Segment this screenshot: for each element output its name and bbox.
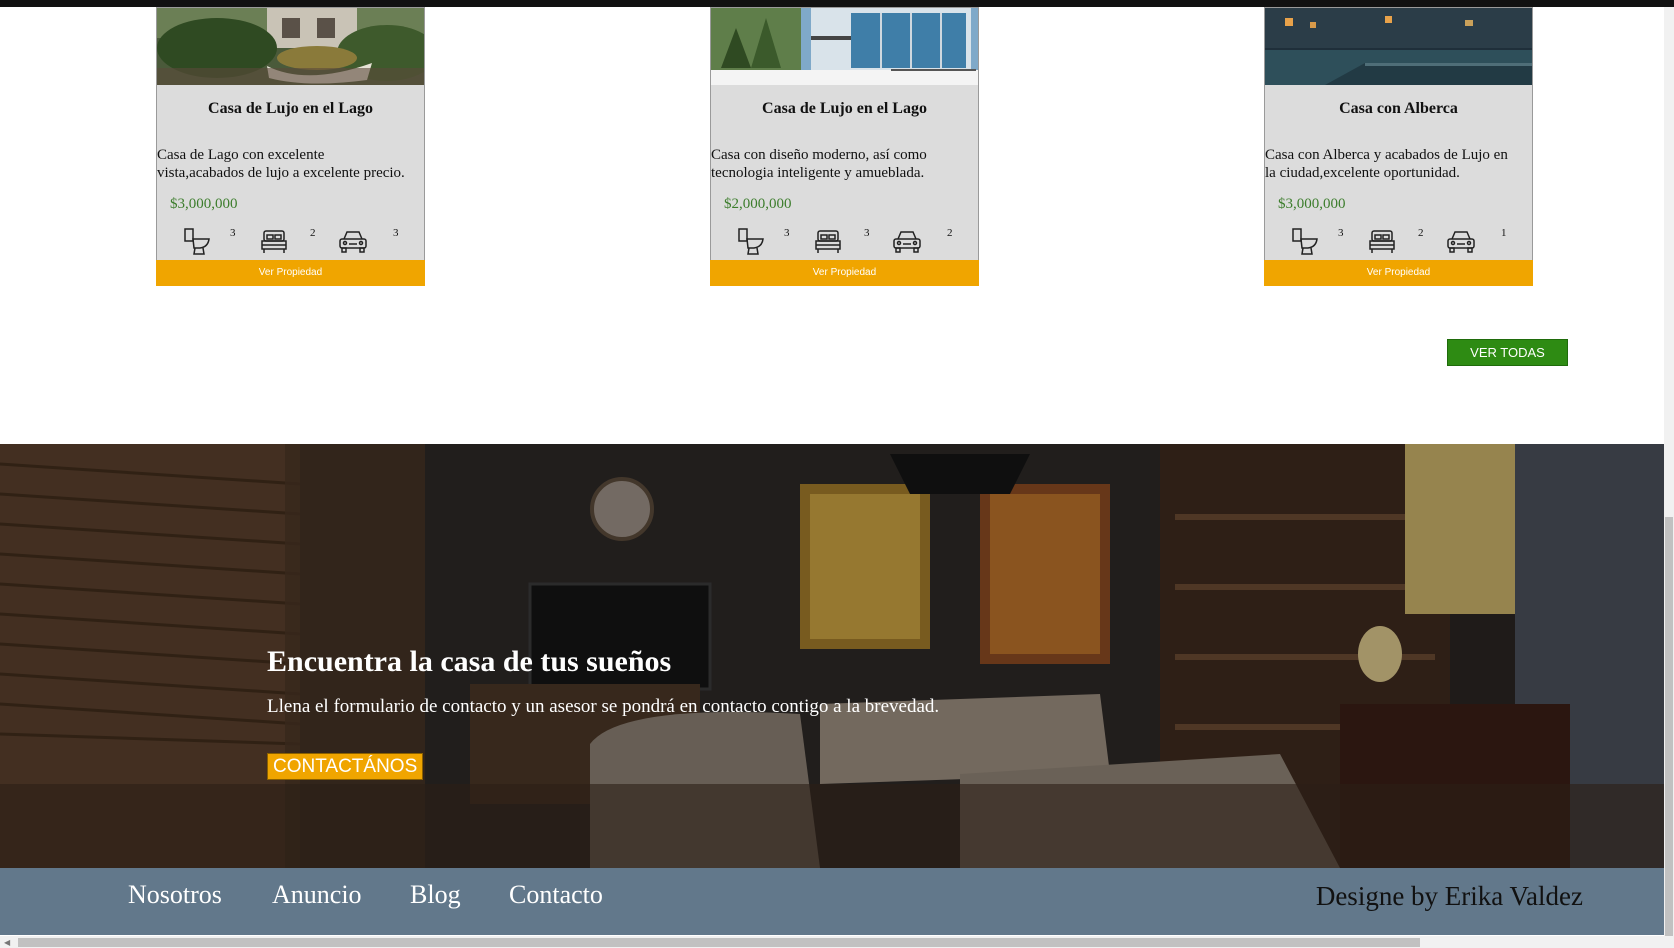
horizontal-scrollbar-thumb[interactable] bbox=[18, 938, 1420, 947]
bed-icon bbox=[259, 227, 289, 255]
bathroom-count: 3 bbox=[1338, 227, 1344, 239]
property-description: Casa con diseño moderno, así como tecnol… bbox=[711, 146, 978, 182]
description-line: tecnologia inteligente y amueblada. bbox=[711, 165, 925, 181]
toilet-icon bbox=[1290, 227, 1320, 255]
view-property-button[interactable]: Ver Propiedad bbox=[1264, 260, 1533, 286]
vertical-scrollbar-thumb[interactable] bbox=[1665, 517, 1673, 937]
car-icon bbox=[1446, 227, 1476, 255]
property-title: Casa con Alberca bbox=[1339, 100, 1458, 117]
property-title: Casa de Lujo en el Lago bbox=[208, 100, 373, 117]
property-price: $3,000,000 bbox=[1278, 196, 1346, 212]
hero-subtitle: Llena el formulario de contacto y un ase… bbox=[267, 696, 940, 717]
scroll-left-icon[interactable]: ◀ bbox=[4, 938, 10, 947]
car-icon bbox=[892, 227, 922, 255]
site-footer: Nosotros Anuncio Blog Contacto Designe b… bbox=[0, 868, 1664, 935]
property-card: Casa de Lujo en el Lago Casa de Lago con… bbox=[156, 7, 425, 286]
view-property-button[interactable]: Ver Propiedad bbox=[710, 260, 979, 286]
see-all-button[interactable]: VER TODAS bbox=[1447, 339, 1568, 366]
property-photo bbox=[1265, 8, 1532, 85]
footer-link-anuncio[interactable]: Anuncio bbox=[272, 880, 362, 910]
footer-credit: Designe by Erika Valdez bbox=[1315, 881, 1583, 911]
contact-button[interactable]: CONTACTÁNOS bbox=[267, 753, 424, 780]
bed-icon bbox=[813, 227, 843, 255]
property-price: $3,000,000 bbox=[170, 196, 238, 212]
toilet-icon bbox=[182, 227, 212, 255]
toilet-icon bbox=[736, 227, 766, 255]
living-room-background bbox=[0, 444, 1664, 868]
property-title: Casa de Lujo en el Lago bbox=[762, 100, 927, 117]
bedroom-count: 2 bbox=[1418, 227, 1424, 239]
hero-title: Encuentra la casa de tus sueños bbox=[267, 645, 672, 678]
description-line: vista,acabados de lujo a excelente preci… bbox=[157, 165, 405, 181]
parking-count: 1 bbox=[1501, 227, 1507, 239]
bathroom-count: 3 bbox=[230, 227, 236, 239]
contact-hero: Encuentra la casa de tus sueños Llena el… bbox=[0, 444, 1664, 868]
bedroom-count: 3 bbox=[864, 227, 870, 239]
description-line: Casa con diseño moderno, así como bbox=[711, 147, 927, 163]
bed-icon bbox=[1367, 227, 1397, 255]
browser-top-edge bbox=[0, 0, 1674, 7]
horizontal-scrollbar[interactable]: ◀ bbox=[0, 936, 1674, 948]
bedroom-count: 2 bbox=[310, 227, 316, 239]
property-card: Casa con Alberca Casa con Alberca y acab… bbox=[1264, 7, 1533, 286]
property-description: Casa de Lago con excelente vista,acabado… bbox=[157, 146, 424, 182]
description-line: Casa con Alberca y acabados de Lujo en bbox=[1265, 147, 1508, 163]
vertical-scrollbar[interactable] bbox=[1664, 7, 1674, 937]
bathroom-count: 3 bbox=[784, 227, 790, 239]
footer-link-contacto[interactable]: Contacto bbox=[509, 880, 603, 910]
description-line: la ciudad,excelente oportunidad. bbox=[1265, 165, 1460, 181]
property-price: $2,000,000 bbox=[724, 196, 792, 212]
property-description: Casa con Alberca y acabados de Lujo en l… bbox=[1265, 146, 1532, 182]
property-photo bbox=[157, 8, 424, 85]
car-icon bbox=[338, 227, 368, 255]
footer-link-blog[interactable]: Blog bbox=[410, 880, 461, 910]
description-line: Casa de Lago con excelente bbox=[157, 147, 325, 163]
property-card: Casa de Lujo en el Lago Casa con diseño … bbox=[710, 7, 979, 286]
parking-count: 3 bbox=[393, 227, 399, 239]
view-property-button[interactable]: Ver Propiedad bbox=[156, 260, 425, 286]
property-photo bbox=[711, 8, 978, 85]
parking-count: 2 bbox=[947, 227, 953, 239]
footer-link-nosotros[interactable]: Nosotros bbox=[128, 880, 222, 910]
